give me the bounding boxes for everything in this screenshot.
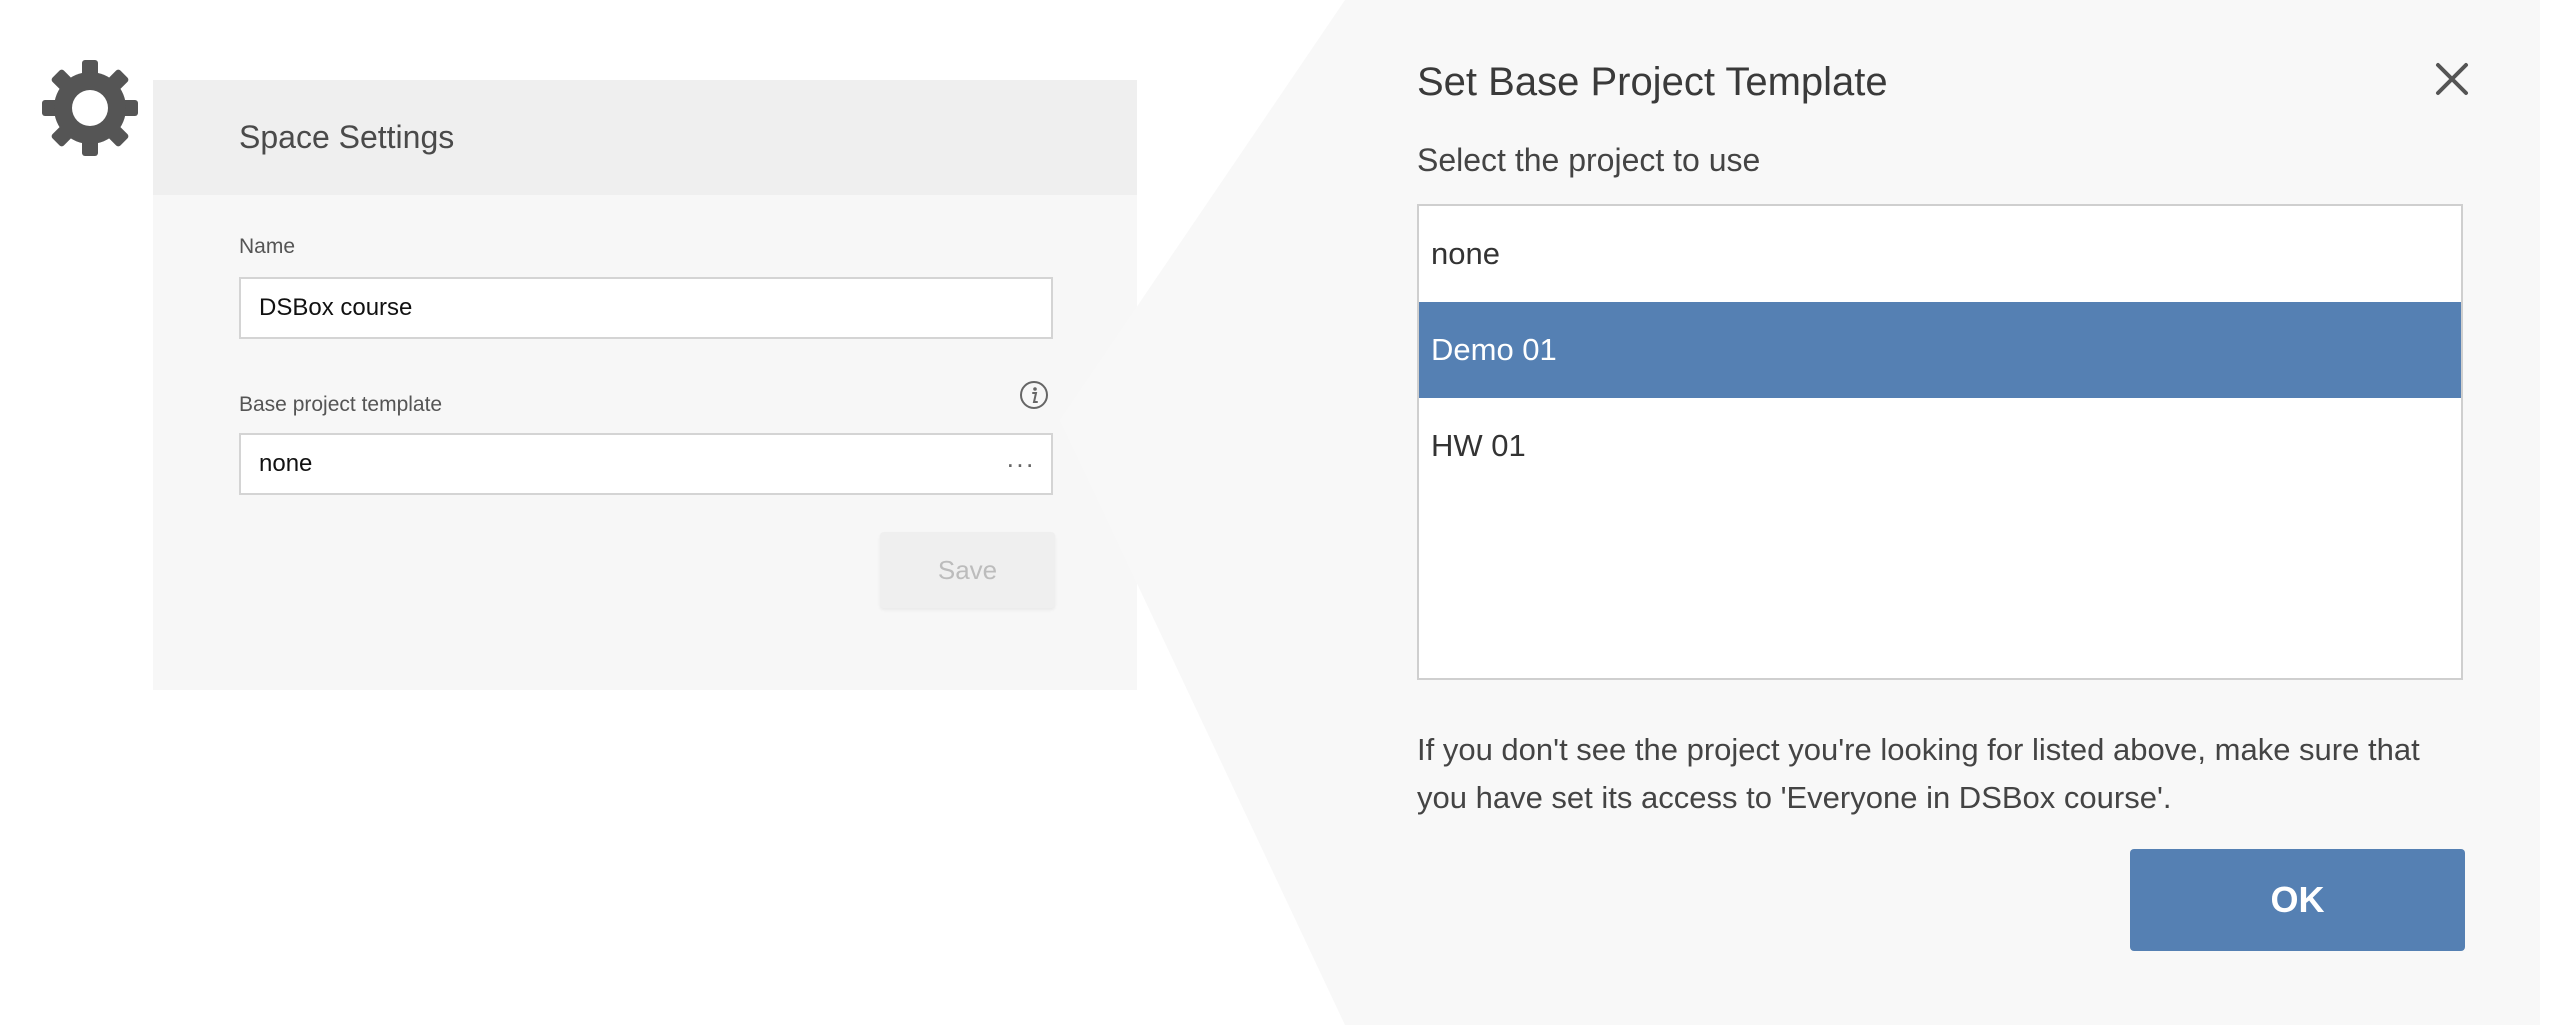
dialog-title: Set Base Project Template [1417, 60, 1888, 104]
dialog-note: If you don't see the project you're look… [1417, 732, 2420, 815]
list-item-selected[interactable]: Demo 01 [1419, 302, 2461, 398]
list-item[interactable]: HW 01 [1419, 398, 2461, 494]
dialog-subtitle: Select the project to use [1417, 142, 1761, 178]
list-item[interactable]: none [1419, 206, 2461, 302]
screen: Space Settings Name DSBox course Base pr… [0, 0, 2560, 1025]
set-template-dialog: Set Base Project Template Select the pro… [1345, 0, 2540, 1025]
close-icon[interactable] [2435, 62, 2469, 96]
ok-button[interactable]: OK [2130, 849, 2465, 951]
project-listbox[interactable]: none Demo 01 HW 01 [1417, 204, 2463, 680]
